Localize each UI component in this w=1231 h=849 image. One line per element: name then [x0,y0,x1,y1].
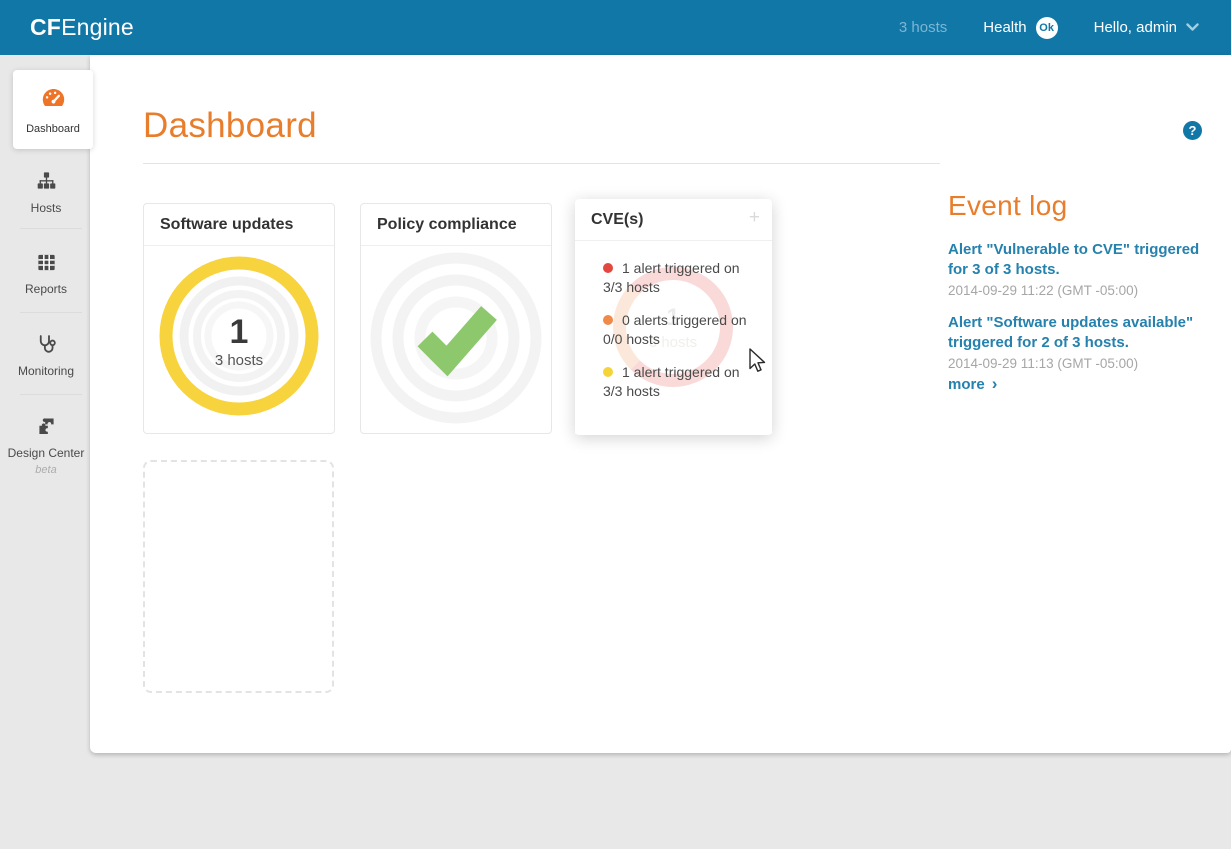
sidebar-nav: Dashboard Hosts [0,55,92,849]
gauge-value: 1 [230,313,249,351]
navbar-right: 3 hosts Health Ok Hello, admin [899,0,1199,55]
cve-body: 1 3 hosts 1 alert triggered on 3/3 hosts… [575,241,772,434]
sidebar-divider [20,228,82,229]
health-status-badge: Ok [1036,17,1058,39]
beta-badge: beta [0,464,92,476]
event-timestamp: 2014-09-29 11:13 (GMT -05:00) [948,356,1220,371]
sidebar-divider [20,394,82,395]
cve-title-text: CVE(s) [591,211,643,229]
move-handle-icon[interactable]: + [749,208,760,227]
title-divider [143,163,940,164]
health-menu[interactable]: Health Ok [983,17,1057,39]
cve-alert-text: 1 alert triggered on 3/3 hosts [603,260,740,295]
gauge-subtitle: 3 hosts [215,352,263,369]
event-log-entry: Alert "Vulnerable to CVE" triggered for … [948,240,1220,298]
checkmark-rings [367,246,545,426]
cve-alert-row[interactable]: 1 alert triggered on 3/3 hosts [603,259,756,297]
page-title: Dashboard [143,106,317,146]
hosts-sitemap-icon [0,170,92,194]
widget-title: Software updates [144,204,334,246]
yellow-alert-dot-icon [603,367,613,377]
cve-alert-text: 0 alerts triggered on 0/0 hosts [603,312,747,347]
design-center-puzzle-icon [0,415,92,439]
user-menu[interactable]: Hello, admin [1094,19,1199,36]
sidebar-item-label: Design Center [8,446,85,460]
widget-title: CVE(s) + [575,199,772,241]
event-log-link[interactable]: Alert "Software updates available" trigg… [948,313,1220,352]
sidebar-item-dashboard[interactable]: Dashboard [13,70,93,149]
chevron-down-icon [1186,23,1199,32]
more-label: more [948,376,985,393]
event-log-link[interactable]: Alert "Vulnerable to CVE" triggered for … [948,240,1220,279]
top-navbar: CFEngine 3 hosts Health Ok Hello, admin [0,0,1231,55]
donut-chart: 1 3 hosts [154,246,324,422]
sidebar-item-label: Dashboard [26,123,80,135]
event-timestamp: 2014-09-29 11:22 (GMT -05:00) [948,283,1220,298]
add-widget-placeholder[interactable] [143,460,334,693]
dashboard-gauge-icon [13,85,93,112]
policy-compliance-gauge [361,246,551,426]
cve-alert-row[interactable]: 1 alert triggered on 3/3 hosts [603,363,756,401]
sidebar-item-design-center[interactable]: Design Center beta [0,415,92,476]
sidebar-item-monitoring[interactable]: Monitoring [0,333,92,380]
health-label: Health [983,19,1026,36]
cve-alert-text: 1 alert triggered on 3/3 hosts [603,364,740,399]
chevron-right-icon: › [992,375,998,392]
sidebar-item-hosts[interactable]: Hosts [0,170,92,217]
sidebar-item-label: Monitoring [18,364,74,378]
sidebar-item-label: Reports [25,282,67,296]
help-icon[interactable]: ? [1183,121,1202,140]
red-alert-dot-icon [603,263,613,273]
software-updates-widget[interactable]: Software updates 1 3 hosts [143,203,335,434]
hosts-count-link[interactable]: 3 hosts [899,19,947,36]
user-greeting: Hello, admin [1094,19,1177,36]
reports-table-icon [0,251,92,275]
orange-alert-dot-icon [603,315,613,325]
logo-engine: Engine [61,14,134,41]
event-log-entry: Alert "Software updates available" trigg… [948,313,1220,371]
sidebar-item-label: Hosts [31,201,62,215]
monitoring-stethoscope-icon [0,333,92,357]
check-icon [425,313,489,361]
event-log-more-link[interactable]: more › [948,376,997,393]
cfengine-logo[interactable]: CFEngine [30,0,134,55]
widget-title: Policy compliance [361,204,551,246]
sidebar-divider [20,312,82,313]
software-updates-gauge: 1 3 hosts [144,246,334,422]
sidebar-item-reports[interactable]: Reports [0,251,92,298]
logo-cf: CF [30,14,61,41]
policy-compliance-widget[interactable]: Policy compliance [360,203,552,434]
event-log-title: Event log [948,190,1067,222]
cve-widget[interactable]: CVE(s) + 1 3 hosts 1 alert triggered on … [575,199,772,435]
event-log-list: Alert "Vulnerable to CVE" triggered for … [948,240,1220,386]
cve-alert-row[interactable]: 0 alerts triggered on 0/0 hosts [603,311,756,349]
cve-alert-list: 1 alert triggered on 3/3 hosts 0 alerts … [603,259,756,415]
